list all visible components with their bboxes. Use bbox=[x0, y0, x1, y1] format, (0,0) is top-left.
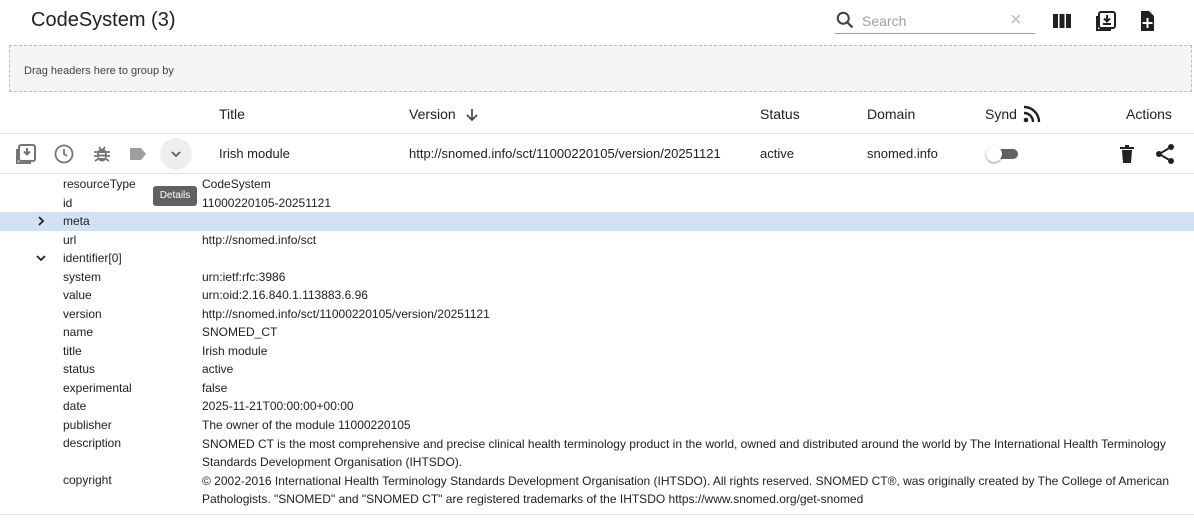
detail-key: date bbox=[63, 399, 87, 413]
detail-value: urn:oid:2.16.840.1.113883.6.96 bbox=[202, 288, 368, 302]
detail-value: SNOMED_CT bbox=[202, 325, 278, 339]
column-header-synd[interactable]: Synd bbox=[985, 106, 1017, 122]
detail-key: id bbox=[63, 195, 73, 210]
table-row[interactable]: Irish module http://snomed.info/sct/1100… bbox=[0, 134, 1194, 174]
detail-row[interactable]: identifier[0] bbox=[0, 249, 1194, 268]
detail-row: description SNOMED CT is the most compreh… bbox=[0, 434, 1194, 471]
detail-key: name bbox=[63, 325, 94, 339]
export-icon[interactable] bbox=[14, 142, 38, 166]
detail-key: copyright bbox=[63, 473, 112, 487]
details-tooltip: Details bbox=[153, 186, 197, 206]
detail-key: version bbox=[63, 306, 102, 321]
search-box[interactable]: Search × bbox=[835, 9, 1035, 34]
column-header-actions: Actions bbox=[1126, 106, 1172, 122]
column-header-domain[interactable]: Domain bbox=[867, 106, 915, 122]
chevron-down-icon[interactable] bbox=[36, 252, 46, 264]
clear-icon[interactable]: × bbox=[1010, 9, 1022, 31]
detail-row: copyright © 2002-2016 International Healt… bbox=[0, 471, 1194, 508]
chevron-right-icon[interactable] bbox=[36, 215, 46, 227]
details-panel: resourceType CodeSystem id 11000220105-2025… bbox=[0, 175, 1194, 508]
search-input[interactable]: Search bbox=[862, 13, 906, 29]
cell-title: Irish module bbox=[219, 146, 290, 161]
history-icon[interactable] bbox=[52, 142, 76, 166]
detail-row: system urn:ietf:rfc:3986 bbox=[0, 268, 1194, 287]
label-icon[interactable] bbox=[126, 142, 150, 166]
group-by-area[interactable]: Drag headers here to group by bbox=[9, 45, 1192, 92]
detail-key: title bbox=[63, 343, 82, 358]
detail-value: SNOMED CT is the most comprehensive and … bbox=[202, 437, 1166, 469]
detail-key: identifier[0] bbox=[63, 251, 122, 265]
search-icon bbox=[836, 11, 854, 29]
import-icon[interactable] bbox=[1094, 9, 1118, 33]
detail-row: value urn:oid:2.16.840.1.113883.6.96 bbox=[0, 286, 1194, 305]
share-icon[interactable] bbox=[1153, 142, 1177, 166]
detail-value: http://snomed.info/sct bbox=[202, 232, 317, 247]
divider bbox=[0, 514, 1194, 515]
columns-icon[interactable] bbox=[1050, 9, 1074, 33]
detail-row: date 2025-11-21T00:00:00+00:00 bbox=[0, 397, 1194, 416]
add-icon[interactable] bbox=[1135, 9, 1159, 33]
table-header: Title Version Status Domain Synd Actions bbox=[0, 96, 1194, 134]
toggle-thumb bbox=[986, 146, 1002, 162]
detail-row: version http://snomed.info/sct/1100022010… bbox=[0, 305, 1194, 324]
detail-row[interactable]: meta bbox=[0, 212, 1194, 231]
detail-key: value bbox=[63, 288, 92, 302]
cell-version: http://snomed.info/sct/11000220105/versi… bbox=[409, 146, 721, 161]
detail-value: CodeSystem bbox=[202, 177, 271, 191]
synd-toggle[interactable] bbox=[986, 146, 1020, 162]
rss-icon bbox=[1023, 105, 1041, 123]
detail-row: experimental false bbox=[0, 379, 1194, 398]
detail-value: The owner of the module 11000220105 bbox=[202, 417, 411, 432]
detail-key: url bbox=[63, 232, 77, 247]
expand-button[interactable] bbox=[160, 138, 192, 170]
bug-icon[interactable] bbox=[90, 142, 114, 166]
detail-key: description bbox=[63, 436, 122, 450]
detail-key: meta bbox=[63, 214, 90, 228]
group-by-hint: Drag headers here to group by bbox=[24, 65, 174, 77]
detail-value: 11000220105-20251121 bbox=[202, 195, 332, 210]
detail-value: © 2002-2016 International Health Termino… bbox=[202, 474, 1170, 506]
delete-icon[interactable] bbox=[1115, 142, 1139, 166]
detail-key: status bbox=[63, 362, 96, 376]
cell-domain: snomed.info bbox=[867, 146, 938, 161]
column-header-version[interactable]: Version bbox=[409, 106, 456, 122]
detail-value: http://snomed.info/sct/11000220105/versi… bbox=[202, 306, 490, 321]
detail-value: 2025-11-21T00:00:00+00:00 bbox=[202, 399, 354, 413]
detail-row: status active bbox=[0, 360, 1194, 379]
detail-key: system bbox=[63, 269, 102, 284]
detail-row: title Irish module bbox=[0, 342, 1194, 361]
detail-key: resourceType bbox=[63, 177, 136, 191]
detail-key: publisher bbox=[63, 417, 112, 432]
detail-row: name SNOMED_CT bbox=[0, 323, 1194, 342]
sort-arrow-down-icon[interactable] bbox=[464, 107, 480, 123]
toolbar: CodeSystem (3) Search × bbox=[0, 0, 1194, 44]
detail-value: false bbox=[202, 380, 228, 395]
column-header-title[interactable]: Title bbox=[219, 106, 245, 122]
detail-value: active bbox=[202, 362, 234, 376]
detail-value: urn:ietf:rfc:3986 bbox=[202, 269, 286, 284]
detail-key: experimental bbox=[63, 380, 132, 395]
column-header-status[interactable]: Status bbox=[760, 106, 800, 122]
cell-status: active bbox=[760, 146, 794, 161]
detail-row: url http://snomed.info/sct bbox=[0, 231, 1194, 250]
chevron-down-icon bbox=[171, 151, 181, 158]
page-title: CodeSystem (3) bbox=[31, 9, 176, 31]
detail-row: publisher The owner of the module 1100022… bbox=[0, 416, 1194, 435]
detail-value: Irish module bbox=[202, 343, 268, 358]
